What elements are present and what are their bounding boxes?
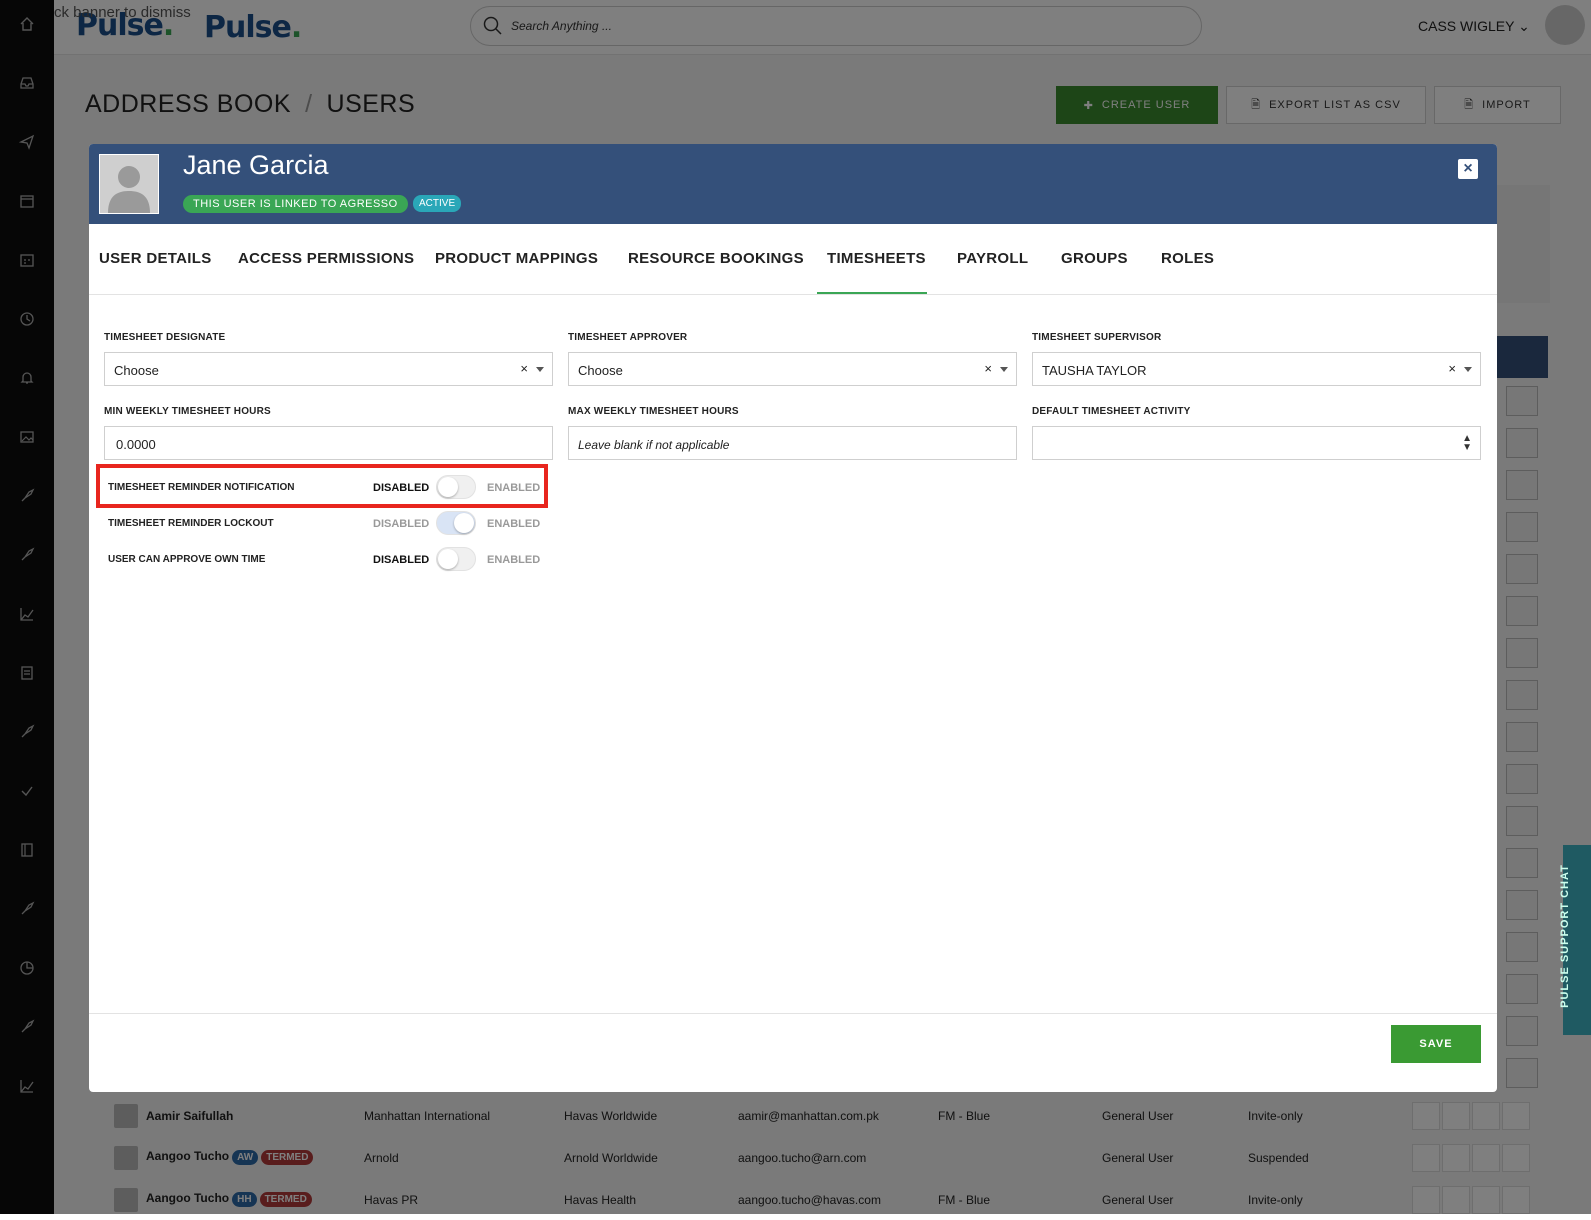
highlight-box [96,464,548,508]
caret-down-icon [536,367,544,372]
toggle-knob [454,513,474,533]
supervisor-value: TAUSHA TAYLOR [1042,363,1147,378]
supervisor-select[interactable]: TAUSHA TAYLOR × [1032,352,1481,386]
reminder-lockout-label: TIMESHEET REMINDER LOCKOUT [108,518,274,529]
min-hours-input[interactable]: 0.0000 [104,426,553,460]
tab-groups[interactable]: GROUPS [1061,250,1128,267]
approve-own-time-enabled-label: ENABLED [487,554,541,566]
support-chat-tab[interactable]: PULSE SUPPORT CHAT [1559,845,1591,1035]
designate-label: TIMESHEET DESIGNATE [104,332,226,343]
user-modal: Jane Garcia THIS USER IS LINKED TO AGRES… [89,144,1497,1092]
tab-payroll[interactable]: PAYROLL [957,250,1028,267]
max-hours-label: MAX WEEKLY TIMESHEET HOURS [568,406,739,417]
clear-icon[interactable]: × [520,361,528,376]
clear-icon[interactable]: × [984,361,992,376]
modal-tabs: USER DETAILS ACCESS PERMISSIONS PRODUCT … [89,224,1497,295]
modal-header: Jane Garcia THIS USER IS LINKED TO AGRES… [89,144,1497,224]
close-button[interactable]: × [1458,159,1478,179]
support-chat-label: PULSE SUPPORT CHAT [1558,864,1571,1008]
tab-resource-bookings[interactable]: RESOURCE BOOKINGS [628,250,804,267]
supervisor-label: TIMESHEET SUPERVISOR [1032,332,1162,343]
tab-access-permissions[interactable]: ACCESS PERMISSIONS [238,250,414,267]
approve-own-time-label: USER CAN APPROVE OWN TIME [108,554,266,565]
caret-down-icon [1000,367,1008,372]
approver-value: Choose [578,363,623,378]
min-hours-label: MIN WEEKLY TIMESHEET HOURS [104,406,271,417]
default-activity-label: DEFAULT TIMESHEET ACTIVITY [1032,406,1191,417]
min-hours-value: 0.0000 [116,437,156,452]
max-hours-placeholder: Leave blank if not applicable [578,438,730,452]
reminder-lockout-enabled-label: ENABLED [487,518,541,530]
approver-select[interactable]: Choose × [568,352,1017,386]
toggle-knob [438,549,458,569]
caret-down-icon [1464,367,1472,372]
tab-user-details[interactable]: USER DETAILS [99,250,212,267]
approver-label: TIMESHEET APPROVER [568,332,688,343]
designate-value: Choose [114,363,159,378]
status-badge: ACTIVE [413,195,462,212]
sort-arrows-icon: ▲ ▼ [1462,433,1472,453]
active-tab-indicator [817,292,927,294]
clear-icon[interactable]: × [1448,361,1456,376]
avatar [99,154,159,214]
user-silhouette-icon [108,166,150,213]
tab-timesheets[interactable]: TIMESHEETS [827,250,926,267]
default-activity-select[interactable]: ▲ ▼ [1032,426,1481,460]
modal-title: Jane Garcia [183,150,329,180]
reminder-lockout-toggle[interactable] [436,511,476,535]
save-button[interactable]: SAVE [1391,1025,1481,1063]
linked-badge: THIS USER IS LINKED TO AGRESSO [183,195,408,213]
approve-own-time-toggle[interactable] [436,547,476,571]
tab-product-mappings[interactable]: PRODUCT MAPPINGS [435,250,598,267]
designate-select[interactable]: Choose × [104,352,553,386]
modal-footer-divider [89,1013,1497,1014]
tab-roles[interactable]: ROLES [1161,250,1214,267]
reminder-lockout-disabled-label: DISABLED [373,518,430,530]
approve-own-time-disabled-label: DISABLED [373,554,430,566]
max-hours-input[interactable]: Leave blank if not applicable [568,426,1017,460]
